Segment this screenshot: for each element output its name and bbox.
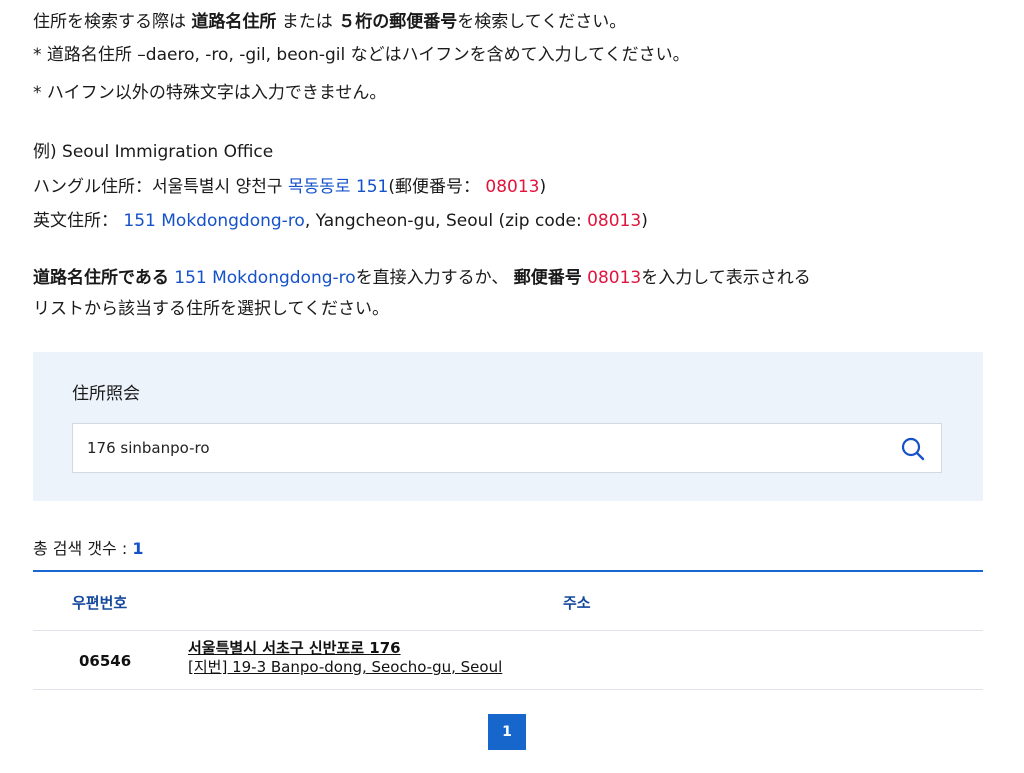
instruction-zip-example: 08013 [581,268,642,288]
instruction-text-f: を入力して表示される [641,268,811,288]
address-search-page: 住所を検索する際は 道路名住所 または ５桁の郵便番号を検索してください。 * … [0,0,1024,773]
instruction-road-example: 151 Mokdongdong-ro [168,268,356,288]
example-korean-address: ハングル住所：서울특별시 양천구 목동동로 151(郵便番号： 08013) [33,175,546,199]
results-table-top-border [33,570,983,572]
search-label: 住所照会 [72,384,140,404]
example-english-address: 英文住所： 151 Mokdongdong-ro, Yangcheon-gu, … [33,209,648,233]
header-divider [33,630,983,631]
example-korean-suffix: ) [539,177,547,197]
example-korean-prefix: ハングル住所：서울특별시 양천구 [33,177,288,197]
search-box [72,423,942,473]
example-english-middle: , Yangcheon-gu, Seoul (zip code: [304,211,588,231]
pagination-page-1[interactable]: 1 [488,714,526,750]
result-address-link[interactable]: 서울특별시 서초구 신반포로 176 [지번] 19-3 Banpo-dong,… [188,639,502,677]
example-english-zip: 08013 [587,211,642,231]
column-header-zip: 우편번호 [72,594,128,612]
example-korean-zip: 08013 [485,177,540,197]
search-button[interactable] [899,435,927,463]
instruction-text-a: 道路名住所である [33,268,169,288]
instruction-line-1: 道路名住所である 151 Mokdongdong-roを直接入力するか、 郵便番… [33,266,811,290]
total-results-label: 총 검색 갯수 : [33,539,133,558]
row-divider [33,689,983,690]
example-heading: 例) Seoul Immigration Office [33,142,274,162]
column-header-address: 주소 [563,594,591,612]
intro-text-e: を検索してください。 [457,12,627,32]
result-jibun-address: [지번] 19-3 Banpo-dong, Seocho-gu, Seoul [188,658,503,676]
example-english-road: 151 Mokdongdong-ro [123,211,305,231]
example-korean-road: 목동동로 151 [287,177,389,197]
example-english-prefix: 英文住所： [33,211,124,231]
total-results-count: 1 [132,539,144,558]
instruction-text-c: を直接入力するか、 [355,268,514,288]
search-icon [901,437,925,461]
intro-line-3: * ハイフン以外の特殊文字は入力できません。 [33,83,387,103]
address-search-panel: 住所照会 [33,352,983,501]
intro-text-a: 住所を検索する際は [33,12,192,32]
example-english-suffix: ) [641,211,648,231]
intro-text-c: または [276,12,339,32]
intro-line-1: 住所を検索する際は 道路名住所 または ５桁の郵便番号を検索してください。 [33,10,626,34]
intro-line-2: * 道路名住所 –daero, -ro, -gil, beon-gil などはハ… [33,45,690,65]
total-results: 총 검색 갯수 : 1 [33,537,143,561]
result-zip: 06546 [79,652,132,670]
example-korean-zip-prefix: (郵便番号： [388,177,486,197]
instruction-zip-term: 郵便番号 [513,268,582,288]
search-input[interactable] [73,424,873,472]
intro-zip-term: ５桁の郵便番号 [338,12,458,32]
result-road-address: 서울특별시 서초구 신반포로 176 [188,639,401,657]
instruction-line-2: リストから該当する住所を選択してください。 [33,299,389,319]
intro-road-name-term: 道路名住所 [191,12,277,32]
